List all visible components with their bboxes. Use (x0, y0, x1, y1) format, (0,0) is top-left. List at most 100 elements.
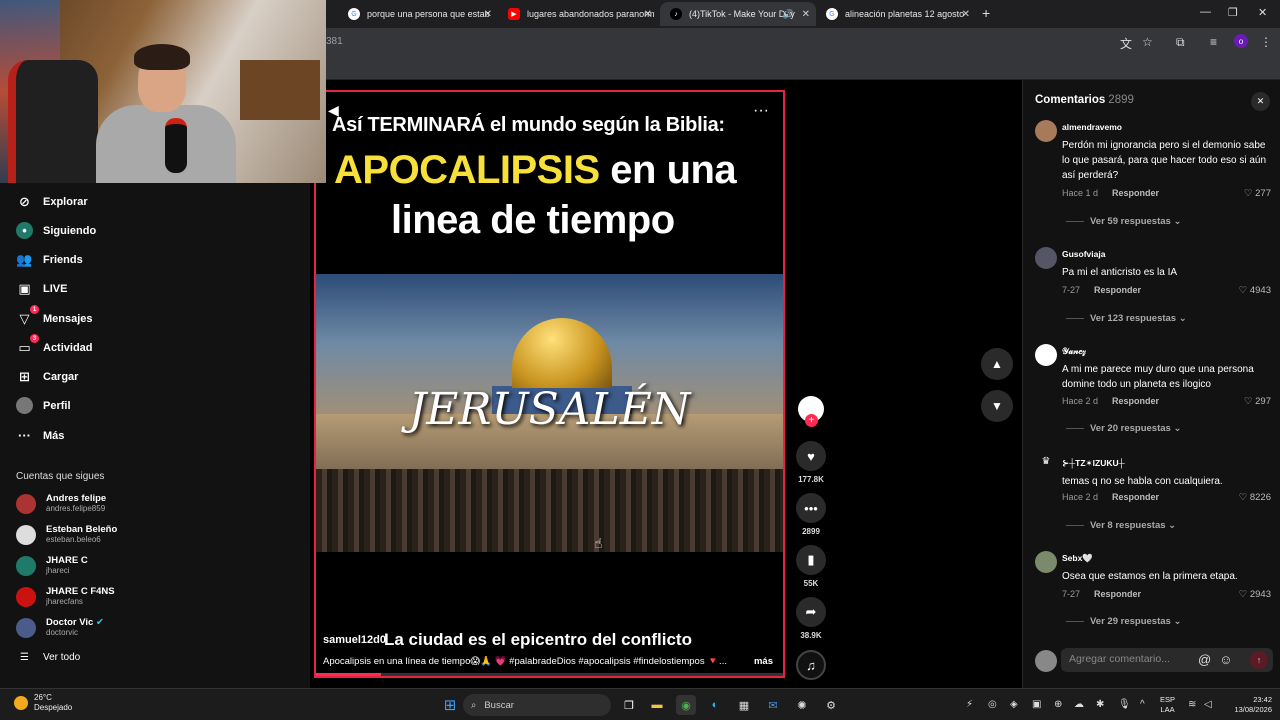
close-comments-button[interactable]: ✕ (1251, 92, 1270, 111)
comment-likes[interactable]: ♡ 297 (1244, 396, 1271, 407)
steam-icon[interactable]: ⚙ (821, 695, 841, 715)
nav-cargar[interactable]: ⊞ Cargar (16, 368, 78, 385)
see-all-link[interactable]: ☰ Ver todo (20, 652, 80, 663)
comment-likes[interactable]: ♡ 277 (1244, 188, 1271, 199)
windows-start-icon[interactable]: ⊞ (440, 695, 460, 715)
view-replies-button[interactable]: Ver 123 respuestas ⌄ (1066, 313, 1187, 324)
nav-mensajes[interactable]: ▽ 1 Mensajes (16, 305, 93, 327)
view-replies-button[interactable]: Ver 8 respuestas ⌄ (1066, 520, 1176, 531)
chrome-icon[interactable]: ◉ (676, 695, 696, 715)
more-link[interactable]: más (754, 656, 773, 667)
nav-explorar[interactable]: ⊘ Explorar (16, 193, 88, 210)
view-replies-button[interactable]: Ver 29 respuestas ⌄ (1066, 616, 1181, 627)
nav-siguiendo[interactable]: • Siguiendo (16, 222, 96, 239)
avatar[interactable] (1035, 551, 1057, 573)
comment-user[interactable]: 𝒴𝒶𝓃𝑒𝓏 (1062, 346, 1086, 357)
reply-button[interactable]: Responder (1112, 188, 1159, 198)
tray-icon[interactable]: ◈ (1010, 699, 1018, 710)
taskbar-search[interactable]: ⌕ Buscar (463, 694, 611, 716)
more-options-icon[interactable]: ··· (753, 102, 769, 120)
emoji-icon[interactable]: ☺ (1219, 652, 1232, 667)
window-close-icon[interactable]: ✕ (1258, 6, 1267, 19)
avatar[interactable]: ♛ (1035, 456, 1057, 478)
avatar[interactable] (1035, 120, 1057, 142)
wifi-icon[interactable]: ≋ (1188, 699, 1196, 710)
reply-button[interactable]: Responder (1112, 492, 1159, 502)
comment-likes[interactable]: ♡ 8226 (1239, 492, 1271, 503)
video-username[interactable]: samuel12d0 (323, 634, 386, 646)
chevron-up-icon[interactable]: ^ (1140, 699, 1145, 710)
speaker-icon[interactable]: 🔊 (783, 9, 794, 20)
nav-actividad[interactable]: ▭ 3 Actividad (16, 334, 93, 356)
nav-mas[interactable]: ··· Más (16, 427, 64, 444)
video-progress-bar[interactable] (316, 673, 783, 676)
restore-icon[interactable]: ❐ (1228, 6, 1238, 19)
followed-account[interactable]: Andres felipe andres.felipe859 (16, 493, 106, 514)
browser-tab[interactable]: G alineación planetas 12 agosto ✕ (816, 2, 976, 26)
next-video-button[interactable]: ▼ (981, 390, 1013, 422)
extensions-icon[interactable]: ⧉ (1176, 35, 1185, 50)
browser-tab[interactable]: G porque una persona que estab ✕ (338, 2, 498, 26)
comment-button[interactable]: ••• 2899 (794, 493, 828, 536)
weather-widget[interactable]: 26°C Despejado (14, 693, 72, 713)
followed-account[interactable]: Doctor Vic ✔ doctorvic (16, 617, 104, 638)
comment-user[interactable]: Gusofviaja (1062, 249, 1105, 259)
url-field[interactable]: 381 (326, 36, 343, 47)
reply-button[interactable]: Responder (1112, 396, 1159, 406)
followed-account[interactable]: Esteban Beleño esteban.beleo6 (16, 524, 117, 545)
share-button[interactable]: ➦ 38.9K (794, 597, 828, 640)
bookmark-star-icon[interactable]: ☆ (1142, 35, 1153, 49)
close-icon[interactable]: ✕ (802, 9, 810, 20)
followed-account[interactable]: JHARE Cjhareci (16, 555, 88, 576)
creator-avatar[interactable]: + (798, 396, 824, 427)
comment-user[interactable]: Sebx🤍 (1062, 553, 1093, 564)
tray-icon[interactable]: ▣ (1032, 699, 1041, 710)
comment-user[interactable]: almendravemo (1062, 122, 1122, 132)
minimize-icon[interactable]: — (1200, 6, 1211, 18)
comment-input[interactable]: Agregar comentario... (1061, 648, 1273, 672)
nav-friends[interactable]: 👥 Friends (16, 251, 82, 268)
comment-likes[interactable]: ♡ 2943 (1239, 589, 1271, 600)
send-comment-button[interactable]: ↑ (1250, 651, 1268, 669)
tray-icon[interactable]: ⚡ (966, 699, 973, 710)
close-icon[interactable]: ✕ (644, 9, 652, 20)
reply-button[interactable]: Responder (1094, 589, 1141, 599)
comment-likes[interactable]: ♡ 4943 (1239, 285, 1271, 296)
mail-icon[interactable]: ✉ (763, 695, 783, 715)
new-tab-button[interactable]: + (982, 5, 990, 21)
tray-icon[interactable]: ☁ (1074, 699, 1084, 710)
follow-plus-icon[interactable]: + (805, 414, 818, 427)
file-explorer-icon[interactable]: ▬ (647, 695, 667, 715)
edge-icon[interactable]: ◐ (705, 695, 725, 715)
nav-live[interactable]: ▣ LIVE (16, 280, 67, 297)
tray-icon[interactable]: ⊕ (1054, 699, 1062, 710)
volume-icon[interactable]: ◁ (1204, 699, 1212, 710)
close-icon[interactable]: ✕ (484, 9, 492, 20)
tray-icon[interactable]: ✱ (1096, 699, 1104, 710)
tray-icon[interactable]: ◎ (988, 699, 997, 710)
save-button[interactable]: ▮ 55K (794, 545, 828, 588)
app-icon[interactable]: ✺ (792, 695, 812, 715)
avatar[interactable] (1035, 247, 1057, 269)
view-replies-button[interactable]: Ver 59 respuestas ⌄ (1066, 216, 1181, 227)
system-clock[interactable]: 23:42 13/08/2026 (1226, 695, 1272, 715)
media-icon[interactable]: ≡ (1210, 35, 1217, 49)
like-button[interactable]: ♥ 177.8K (794, 441, 828, 484)
reply-button[interactable]: Responder (1094, 285, 1141, 295)
view-replies-button[interactable]: Ver 20 respuestas ⌄ (1066, 423, 1181, 434)
avatar[interactable] (1035, 344, 1057, 366)
browser-tab[interactable]: ▶ lugares abandonados paranorm ✕ (498, 2, 658, 26)
task-view-icon[interactable]: ❐ (619, 695, 639, 715)
followed-account[interactable]: JHARE C F4NS jharecfans (16, 586, 115, 607)
translate-icon[interactable]: 文 (1120, 35, 1132, 52)
nav-perfil[interactable]: Perfil (16, 397, 71, 414)
language-indicator[interactable]: ESP LAA (1160, 695, 1175, 715)
browser-tab-active[interactable]: ♪ (4)TikTok - Make Your Day 🔊 ✕ (660, 2, 816, 26)
profile-avatar-icon[interactable]: o (1234, 34, 1248, 48)
store-icon[interactable]: ▦ (734, 695, 754, 715)
video-player[interactable]: ◀ ··· Así TERMINARÁ el mundo según la Bi… (314, 90, 785, 678)
comment-user[interactable]: ⊱┼ΤΖ✶ΙΖUKU┼ (1062, 458, 1125, 469)
mention-icon[interactable]: @ (1198, 652, 1211, 667)
close-icon[interactable]: ✕ (962, 9, 970, 20)
music-disc[interactable]: ♫ (794, 650, 828, 680)
